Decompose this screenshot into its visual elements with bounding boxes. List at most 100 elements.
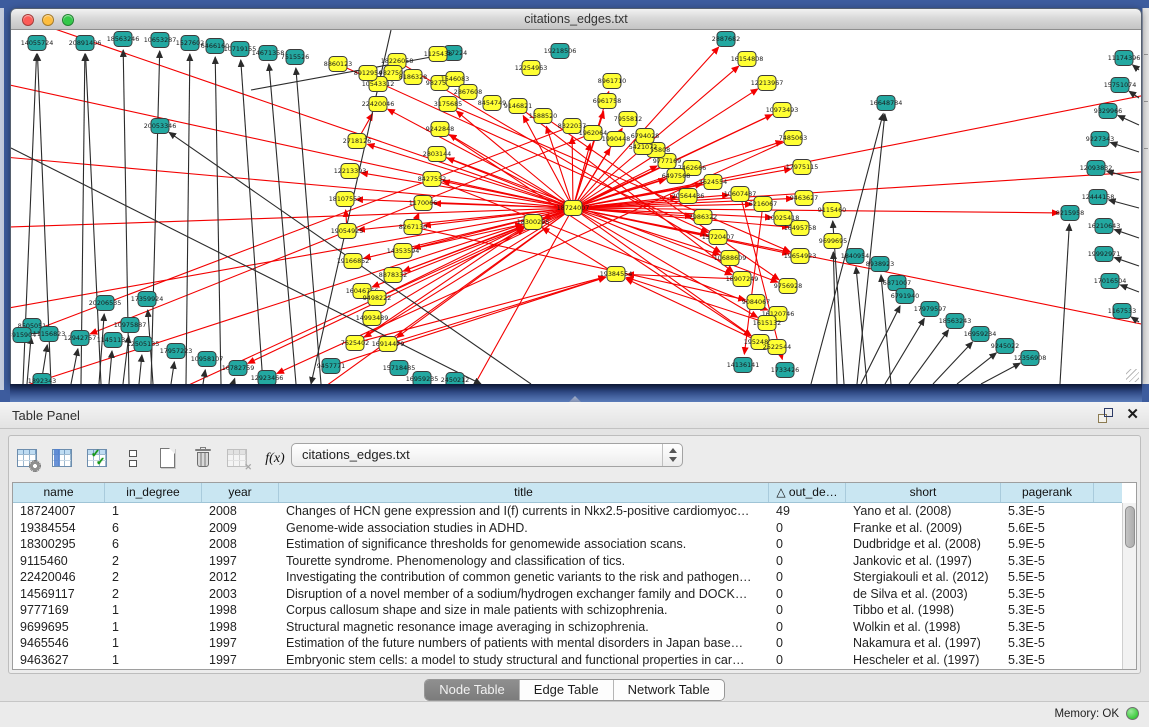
graph-node[interactable]: 16959234 — [964, 327, 997, 342]
graph-node[interactable]: 19992971 — [1088, 247, 1121, 262]
graph-edge[interactable] — [1131, 317, 1139, 322]
table-row[interactable]: 946362711997Embryonic stem cells: a mode… — [13, 652, 1122, 669]
window-titlebar[interactable]: citations_edges.txt — [11, 9, 1141, 30]
graph-edge[interactable] — [123, 50, 129, 384]
graph-edge[interactable] — [1114, 258, 1139, 266]
column-header-year[interactable]: year — [202, 483, 279, 502]
cell-in_degree[interactable]: 2 — [105, 554, 202, 568]
table-row[interactable]: 946554611997Estimation of the future num… — [13, 635, 1122, 652]
cell-out_degree[interactable]: 0 — [769, 620, 846, 634]
graph-edge[interactable] — [241, 60, 263, 384]
graph-node[interactable]: 2887682 — [712, 32, 740, 47]
cell-name[interactable]: 9465546 — [13, 636, 105, 650]
graph-edge[interactable] — [171, 362, 174, 384]
graph-edge[interactable] — [411, 224, 522, 249]
graph-node[interactable]: 1892343 — [28, 374, 56, 385]
cell-year[interactable]: 2003 — [202, 587, 279, 601]
cell-in_degree[interactable]: 1 — [105, 504, 202, 518]
cell-year[interactable]: 2012 — [202, 570, 279, 584]
graph-node[interactable]: 12254963 — [515, 61, 548, 76]
cell-name[interactable]: 18300295 — [13, 537, 105, 551]
cell-out_degree[interactable]: 0 — [769, 521, 846, 535]
graph-node[interactable]: 15751074 — [1104, 78, 1137, 93]
cell-year[interactable]: 1997 — [202, 554, 279, 568]
cell-out_degree[interactable]: 0 — [769, 587, 846, 601]
cell-title[interactable]: Corpus callosum shape and size in male p… — [279, 603, 769, 617]
graph-edge[interactable] — [885, 318, 924, 384]
cell-short[interactable]: Franke et al. (2009) — [846, 521, 1001, 535]
cell-title[interactable]: Genome-wide association studies in ADHD. — [279, 521, 769, 535]
graph-edge[interactable] — [296, 68, 321, 384]
cell-title[interactable]: Embryonic stem cells: a model to study s… — [279, 653, 769, 667]
cell-out_degree[interactable]: 0 — [769, 636, 846, 650]
cell-pagerank[interactable]: 5.3E-5 — [1001, 587, 1094, 601]
cell-pagerank[interactable]: 5.3E-5 — [1001, 603, 1094, 617]
cell-pagerank[interactable]: 5.3E-5 — [1001, 653, 1094, 667]
cell-title[interactable]: Estimation of the future numbers of pati… — [279, 636, 769, 650]
graph-node[interactable]: 9245022 — [991, 339, 1019, 354]
graph-edge[interactable] — [439, 182, 767, 310]
cell-title[interactable]: Tourette syndrome. Phenomenology and cla… — [279, 554, 769, 568]
graph-node[interactable]: 7986322 — [689, 210, 717, 225]
cell-pagerank[interactable]: 5.3E-5 — [1001, 636, 1094, 650]
cell-short[interactable]: Wolkin et al. (1998) — [846, 620, 1001, 634]
graph-edge[interactable] — [627, 274, 734, 278]
cell-pagerank[interactable]: 5.9E-5 — [1001, 537, 1094, 551]
cell-year[interactable]: 2008 — [202, 504, 279, 518]
graph-node[interactable]: 9227343 — [1086, 132, 1114, 147]
cell-name[interactable]: 18724007 — [13, 504, 105, 518]
graph-node[interactable]: 8215958 — [1056, 206, 1084, 221]
rows-icon[interactable] — [120, 446, 146, 472]
graph-node[interactable]: 3624554 — [699, 175, 727, 190]
graph-node[interactable]: 8860123 — [324, 57, 352, 72]
cell-in_degree[interactable]: 1 — [105, 653, 202, 667]
cell-name[interactable]: 19384554 — [13, 521, 105, 535]
graph-node[interactable]: 8454749 — [478, 96, 506, 111]
graph-edge[interactable] — [396, 277, 606, 341]
cell-pagerank[interactable]: 5.3E-5 — [1001, 620, 1094, 634]
graph-node[interactable]: 18563243 — [939, 314, 972, 329]
graph-node[interactable]: 12356908 — [1014, 351, 1047, 366]
trash-icon[interactable] — [190, 446, 216, 472]
table-row[interactable]: 1938455462009Genome-wide association stu… — [13, 520, 1122, 537]
cell-name[interactable]: 22420046 — [13, 570, 105, 584]
graph-node[interactable]: 9242848 — [426, 122, 454, 137]
cell-in_degree[interactable]: 6 — [105, 537, 202, 551]
cell-short[interactable]: Tibbo et al. (1998) — [846, 603, 1001, 617]
function-builder-icon[interactable]: f(x) — [260, 446, 290, 472]
graph-edge[interactable] — [139, 355, 142, 384]
graph-edge[interactable] — [109, 351, 112, 384]
cell-short[interactable]: Stergiakouli et al. (2012) — [846, 570, 1001, 584]
graph-node[interactable]: 12213967 — [751, 76, 784, 91]
graph-edge[interactable] — [1133, 65, 1139, 70]
network-canvas[interactable]: 1405572420891406185632461065328715276026… — [11, 30, 1141, 384]
tab-network-table[interactable]: Network Table — [614, 680, 724, 700]
column-header-title[interactable]: title — [279, 483, 769, 502]
graph-node[interactable]: 12505135 — [127, 337, 160, 352]
cell-name[interactable]: 9463627 — [13, 653, 105, 667]
graph-node[interactable]: 1733426 — [771, 363, 799, 378]
graph-node[interactable]: 10688609 — [714, 251, 747, 266]
graph-edge[interactable] — [361, 173, 565, 207]
graph-edge[interactable] — [414, 210, 566, 248]
graph-edge[interactable] — [572, 137, 573, 200]
graph-node[interactable]: 16959235 — [406, 372, 439, 385]
column-header-out_degree[interactable]: △ out_de… — [769, 483, 846, 502]
table-scrollbar-thumb[interactable] — [1125, 506, 1135, 548]
graph-node[interactable]: 17016504 — [1094, 274, 1127, 289]
graph-node[interactable]: 2803144 — [423, 147, 451, 162]
graph-edge[interactable] — [933, 342, 972, 384]
graph-edge[interactable] — [416, 213, 419, 219]
table-row[interactable]: 2242004622012Investigating the contribut… — [13, 569, 1122, 586]
cell-short[interactable]: Yano et al. (2008) — [846, 504, 1001, 518]
cell-title[interactable]: Structural magnetic resonance image aver… — [279, 620, 769, 634]
graph-edge[interactable] — [1120, 285, 1139, 292]
graph-node[interactable]: 9699695 — [819, 234, 847, 249]
column-header-short[interactable]: short — [846, 483, 1001, 502]
graph-edge[interactable] — [361, 114, 373, 134]
table-row[interactable]: 1456911722003Disruption of a novel membe… — [13, 586, 1122, 603]
tab-edge-table[interactable]: Edge Table — [520, 680, 614, 700]
graph-node[interactable]: 9115460 — [818, 203, 846, 218]
graph-node[interactable]: 1167533 — [1108, 304, 1136, 319]
cell-out_degree[interactable]: 49 — [769, 504, 846, 518]
